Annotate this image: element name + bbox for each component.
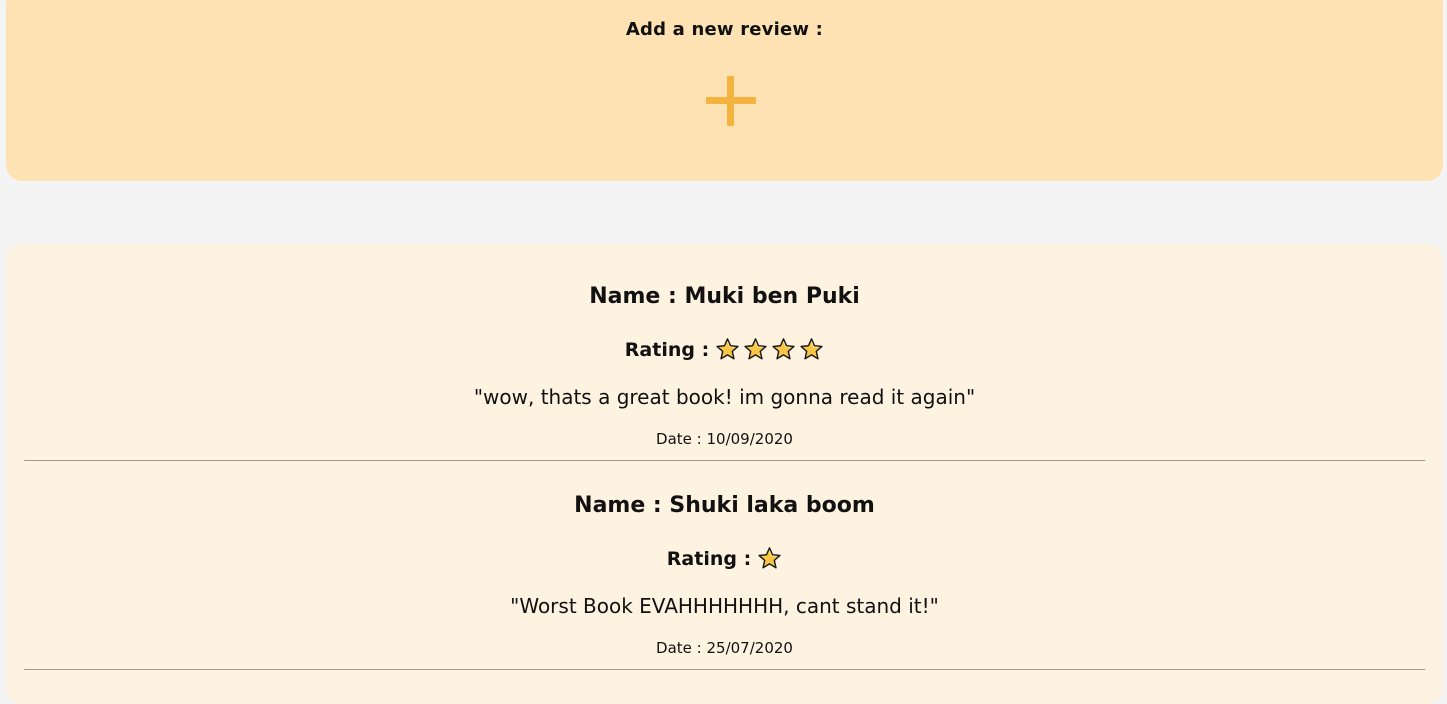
- review-date: Date : 25/07/2020: [656, 639, 793, 657]
- review-rating: Rating :: [24, 546, 1425, 571]
- review-item: Name : Muki ben Puki Rating : "wow, that…: [24, 244, 1425, 461]
- add-review-button[interactable]: [704, 74, 758, 128]
- rating-stars: [757, 546, 782, 571]
- reviews-list: Name : Muki ben Puki Rating : "wow, that…: [6, 244, 1443, 704]
- review-item: Name : Shuki laka boom Rating : "Worst B…: [24, 461, 1425, 670]
- rating-label: Rating :: [624, 338, 710, 361]
- review-rating: Rating :: [24, 337, 1425, 362]
- review-text: "Worst Book EVAHHHHHHH, cant stand it!": [510, 594, 939, 618]
- star-icon: [715, 337, 740, 362]
- reviewer-name: Name : Shuki laka boom: [574, 493, 875, 518]
- add-review-panel: Add a new review :: [6, 0, 1443, 181]
- rating-stars: [715, 337, 824, 362]
- star-icon: [771, 337, 796, 362]
- review-date: Date : 10/09/2020: [656, 430, 793, 448]
- star-icon: [743, 337, 768, 362]
- star-icon: [757, 546, 782, 571]
- add-review-title: Add a new review :: [625, 19, 824, 40]
- rating-label: Rating :: [666, 547, 752, 570]
- reviewer-name: Name : Muki ben Puki: [589, 284, 860, 309]
- review-text: "wow, thats a great book! im gonna read …: [473, 385, 976, 409]
- star-icon: [799, 337, 824, 362]
- plus-icon-vertical: [727, 76, 734, 126]
